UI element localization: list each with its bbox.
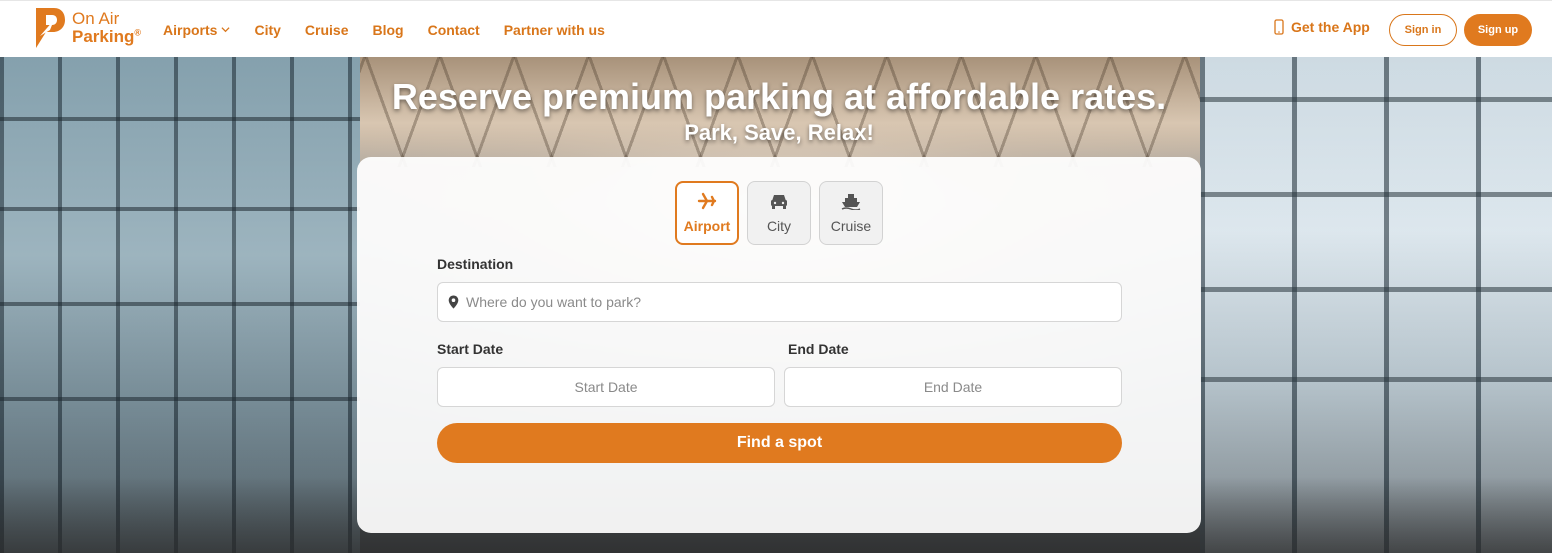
chevron-down-icon [221, 27, 230, 33]
get-the-app-label: Get the App [1291, 19, 1370, 35]
nav-cruise[interactable]: Cruise [305, 22, 349, 38]
map-pin-icon [448, 295, 459, 309]
tab-cruise[interactable]: Cruise [819, 181, 883, 245]
destination-placeholder: Where do you want to park? [466, 294, 642, 310]
start-date-input[interactable]: Start Date [437, 367, 775, 407]
tab-cruise-label: Cruise [830, 218, 872, 234]
brand-name-line1: On Air [72, 9, 120, 29]
nav-blog[interactable]: Blog [372, 22, 403, 38]
destination-label: Destination [437, 256, 514, 272]
hero-banner: Reserve premium parking at affordable ra… [0, 57, 1552, 553]
tab-airport[interactable]: Airport [675, 181, 739, 245]
hero-subtitle: Park, Save, Relax! [684, 120, 874, 145]
sign-up-button[interactable]: Sign up [1464, 14, 1532, 46]
brand-name-line2: Parking [72, 27, 135, 46]
destination-input[interactable]: Where do you want to park? [437, 282, 1122, 322]
parking-logo-icon [36, 8, 65, 48]
get-the-app-link[interactable]: Get the App [1274, 19, 1370, 35]
nav-airports[interactable]: Airports [163, 22, 230, 38]
start-date-label: Start Date [437, 341, 504, 357]
end-date-input[interactable]: End Date [784, 367, 1122, 407]
nav-city[interactable]: City [254, 22, 280, 38]
tab-airport-label: Airport [683, 218, 731, 234]
top-navbar: On Air Parking® Airports City Cruise Blo… [0, 0, 1552, 57]
end-date-label: End Date [788, 341, 849, 357]
brand-logo[interactable]: On Air Parking® [32, 5, 147, 51]
search-card: Airport City Cruise Destination Where do… [357, 157, 1201, 533]
sign-in-button[interactable]: Sign in [1389, 14, 1457, 46]
mobile-phone-icon [1274, 19, 1284, 35]
nav-partner[interactable]: Partner with us [504, 22, 605, 38]
nav-contact[interactable]: Contact [428, 22, 480, 38]
hero-title: Reserve premium parking at affordable ra… [391, 76, 1167, 117]
tab-city[interactable]: City [747, 181, 811, 245]
nav-airports-label: Airports [163, 21, 218, 38]
main-nav: Airports City Cruise Blog Contact Partne… [163, 1, 629, 58]
ship-icon [841, 194, 861, 210]
find-a-spot-button[interactable]: Find a spot [437, 423, 1122, 463]
tab-city-label: City [766, 218, 792, 234]
registered-mark: ® [134, 27, 141, 38]
car-icon [771, 195, 787, 209]
airplane-icon [697, 192, 717, 210]
